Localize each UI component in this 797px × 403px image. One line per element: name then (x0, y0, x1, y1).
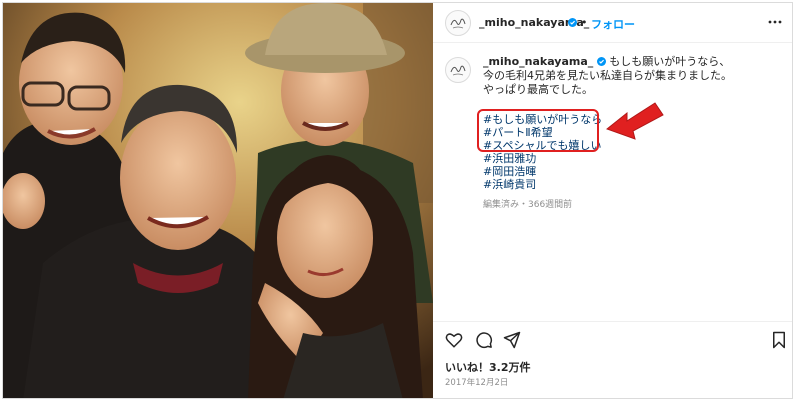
bookmark-icon[interactable] (770, 331, 788, 349)
verified-badge-icon (596, 57, 606, 66)
edited-timestamp: 編集済み・366週間前 (483, 200, 573, 210)
divider (433, 321, 792, 322)
caption-line: 今の毛利4兄弟を見たい私達自らが集まりました。 (483, 69, 732, 82)
post-photo[interactable] (3, 3, 433, 398)
share-icon[interactable] (503, 331, 521, 349)
instagram-post: _miho_nakayama_ • フォロー _miho_nakayama_ も… (2, 2, 793, 399)
caption-line: もしも願いが叶うなら、 (609, 55, 731, 68)
action-bar (445, 331, 785, 351)
caption-line: やっぱり最高でした。 (483, 83, 593, 96)
heart-icon[interactable] (445, 331, 463, 349)
post-date: 2017年12月2日 (445, 378, 509, 388)
post-header: _miho_nakayama_ • フォロー (433, 3, 792, 43)
group-photo-image (3, 3, 433, 398)
verified-badge-icon (568, 18, 577, 27)
follow-button[interactable]: フォロー (591, 16, 635, 32)
hashtag-link[interactable]: #浜田雅功 (483, 152, 602, 165)
likes-count[interactable]: いいね！3.2万件 (445, 359, 531, 375)
hashtag-link[interactable]: #浜崎貴司 (483, 178, 602, 191)
comment-icon[interactable] (475, 331, 493, 349)
caption-avatar[interactable] (445, 57, 471, 83)
more-options-button[interactable] (768, 15, 782, 32)
avatar-signature-icon (450, 65, 466, 76)
more-dots-icon (768, 20, 782, 24)
hashtag-link[interactable]: #岡田浩暉 (483, 165, 602, 178)
annotation-arrow-icon (605, 102, 664, 140)
avatar[interactable] (445, 10, 471, 36)
caption-username[interactable]: _miho_nakayama_ (483, 55, 593, 68)
post-panel: _miho_nakayama_ • フォロー _miho_nakayama_ も… (433, 3, 792, 398)
separator-dot: • (581, 16, 588, 29)
annotation-highlight-box (477, 109, 599, 152)
post-caption: _miho_nakayama_ もしも願いが叶うなら、 今の毛利4兄弟を見たい私… (483, 55, 783, 97)
avatar-signature-icon (450, 18, 466, 29)
